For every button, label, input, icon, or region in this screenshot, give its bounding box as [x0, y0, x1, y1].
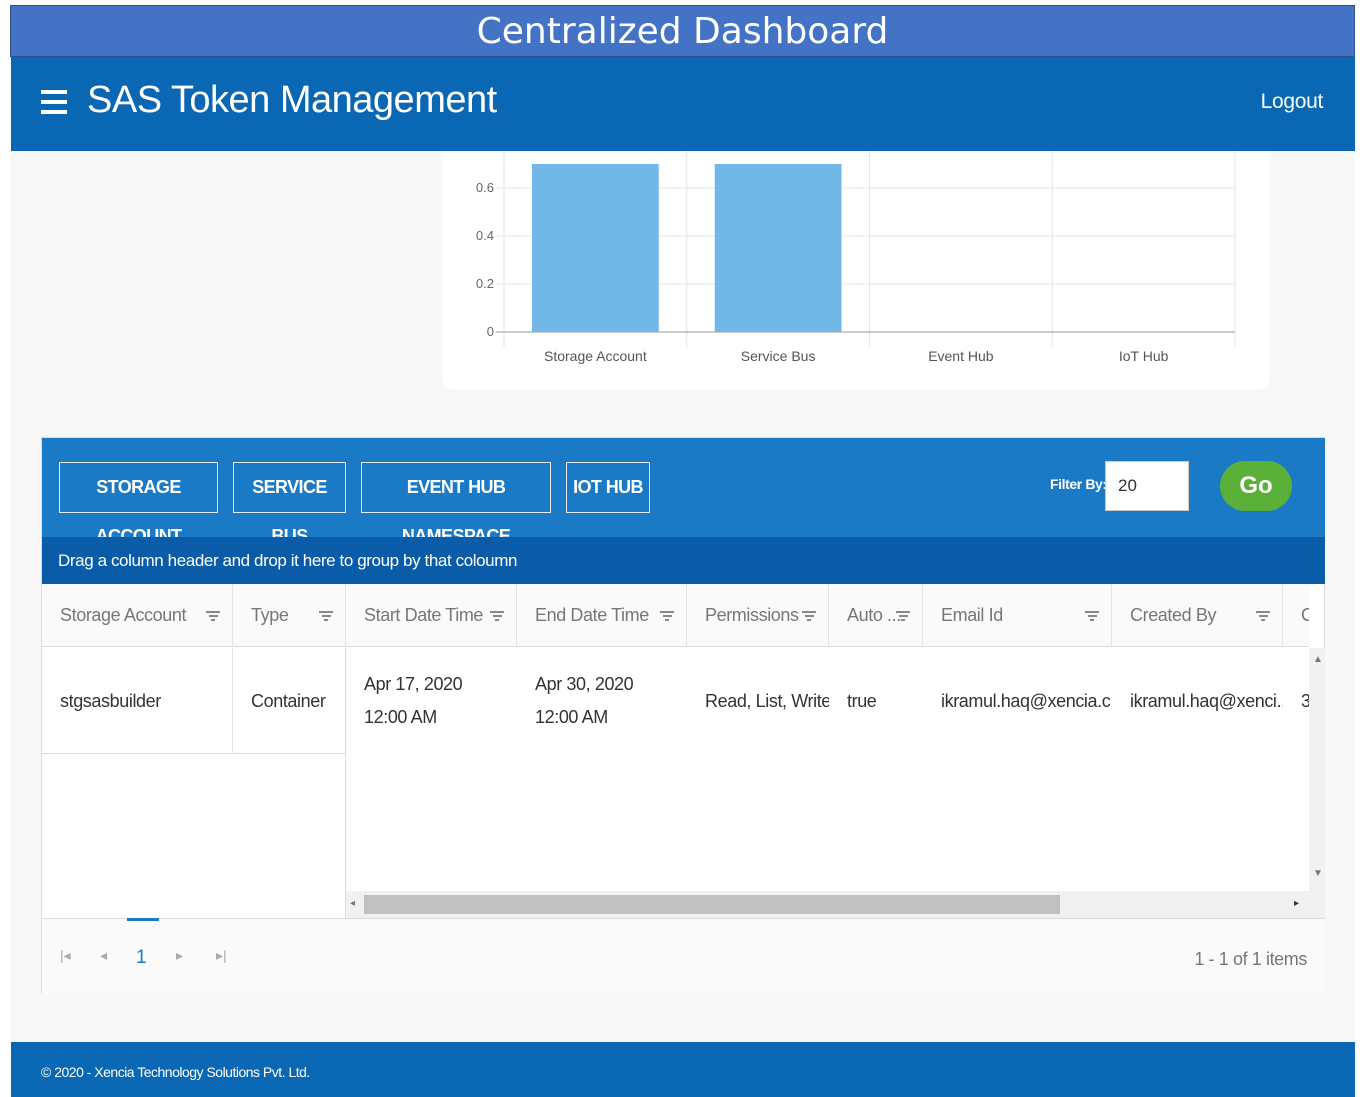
cell-start-date-time[interactable]: Apr 17, 2020 12:00 AM [346, 648, 517, 754]
logout-link[interactable]: Logout [1261, 90, 1324, 114]
column-header-truncated[interactable]: C [1283, 584, 1309, 646]
x-tick-label: Storage Account [544, 348, 647, 364]
column-header-storage-account[interactable]: Storage Account [42, 584, 233, 646]
filter-icon[interactable] [319, 611, 333, 621]
column-label: Created By [1130, 605, 1217, 625]
app-title: SAS Token Management [87, 79, 497, 121]
cell-created-by[interactable]: ikramul.haq@xenci... [1112, 648, 1283, 754]
column-label: Start Date Time [364, 605, 484, 625]
filter-icon[interactable] [660, 611, 674, 621]
column-header-end-date-time[interactable]: End Date Time [517, 584, 687, 646]
column-header-permissions[interactable]: Permissions [687, 584, 829, 646]
y-tick-label: 0.2 [476, 276, 494, 291]
column-label: Storage Account [60, 605, 187, 625]
cell-auto[interactable]: true [829, 648, 923, 754]
column-label: Email Id [941, 605, 1003, 625]
filter-icon[interactable] [490, 611, 504, 621]
filter-input[interactable] [1105, 461, 1189, 511]
dashboard-banner: Centralized Dashboard [10, 5, 1355, 57]
app-header: SAS Token Management Logout [11, 57, 1355, 151]
column-label: Auto ... [847, 605, 901, 625]
current-page-number[interactable]: 1 [136, 947, 147, 969]
column-label: Permissions [705, 605, 799, 625]
pager-info: 1 - 1 of 1 items [1194, 949, 1307, 969]
service-bus-button[interactable]: SERVICE BUS [233, 462, 346, 546]
grid-toolbar: STORAGE ACCOUNT SERVICE BUS EVENT HUB NA… [42, 438, 1325, 546]
cell-truncated[interactable]: 3 [1283, 648, 1309, 754]
pager: |◂ ◂ 1 ▸ ▸| 1 - 1 of 1 items [42, 918, 1325, 994]
vertical-scrollbar[interactable]: ▲ ▼ [1309, 648, 1325, 918]
scroll-down-icon[interactable]: ▼ [1313, 868, 1323, 879]
iot-hub-button[interactable]: IOT HUB [566, 462, 650, 513]
filter-icon[interactable] [802, 611, 816, 621]
column-label: C [1301, 605, 1309, 625]
column-header-auto[interactable]: Auto ... [829, 584, 923, 646]
column-label: Type [251, 605, 289, 625]
cell-storage-account[interactable]: stgsasbuilder [42, 648, 233, 754]
scroll-right-icon[interactable]: ▸ [1294, 898, 1299, 909]
grid-body: stgsasbuilder Container Apr 17, 2020 12:… [42, 648, 1309, 918]
x-tick-label: Event Hub [928, 348, 994, 364]
last-page-icon[interactable]: ▸| [216, 947, 227, 964]
filter-icon[interactable] [206, 611, 220, 621]
grid-header: Storage Account Type Start Date Time End… [42, 584, 1309, 647]
column-header-created-by[interactable]: Created By [1112, 584, 1283, 646]
filter-label: Filter By: [1050, 476, 1107, 492]
filter-icon[interactable] [1085, 611, 1099, 621]
cell-email-id[interactable]: ikramul.haq@xencia.c... [923, 648, 1112, 754]
bar-service-bus [714, 164, 842, 332]
token-grid: STORAGE ACCOUNT SERVICE BUS EVENT HUB NA… [41, 437, 1325, 994]
cell-end-date-time[interactable]: Apr 30, 2020 12:00 AM [517, 648, 687, 754]
hamburger-icon[interactable] [41, 90, 67, 114]
x-tick-label: Service Bus [741, 348, 816, 364]
column-header-type[interactable]: Type [233, 584, 346, 646]
bar-storage-account [532, 164, 659, 332]
next-page-icon[interactable]: ▸ [176, 947, 183, 964]
horizontal-scrollbar[interactable]: ◂ ▸ [346, 891, 1325, 918]
footer: © 2020 - Xencia Technology Solutions Pvt… [11, 1042, 1355, 1097]
filter-icon[interactable] [1256, 611, 1270, 621]
y-tick-label: 0.6 [476, 180, 494, 195]
go-button[interactable]: Go [1220, 461, 1292, 511]
first-page-icon[interactable]: |◂ [60, 947, 71, 964]
chart-card: 0 0.2 0.4 0.6 Storage Account Service Bus Even… [442, 151, 1270, 390]
current-page-indicator [127, 918, 159, 921]
scroll-up-icon[interactable]: ▲ [1313, 654, 1323, 665]
bar-chart: 0 0.2 0.4 0.6 Storage Account Service Bus Even… [476, 151, 1236, 364]
scroll-thumb[interactable] [364, 895, 1060, 914]
prev-page-icon[interactable]: ◂ [100, 947, 107, 964]
y-tick-label: 0.4 [476, 228, 494, 243]
column-header-start-date-time[interactable]: Start Date Time [346, 584, 517, 646]
cell-permissions[interactable]: Read, List, Write [687, 648, 829, 754]
x-tick-label: IoT Hub [1119, 348, 1169, 364]
filter-icon[interactable] [896, 611, 910, 621]
y-tick-label: 0 [487, 324, 494, 339]
group-by-hint[interactable]: Drag a column header and drop it here to… [42, 537, 1325, 584]
cell-type[interactable]: Container [233, 648, 346, 754]
scroll-left-icon[interactable]: ◂ [350, 898, 355, 909]
storage-account-button[interactable]: STORAGE ACCOUNT [59, 462, 218, 546]
column-label: End Date Time [535, 605, 649, 625]
event-hub-namespace-button[interactable]: EVENT HUB NAMESPACE [361, 462, 551, 546]
column-header-email-id[interactable]: Email Id [923, 584, 1112, 646]
